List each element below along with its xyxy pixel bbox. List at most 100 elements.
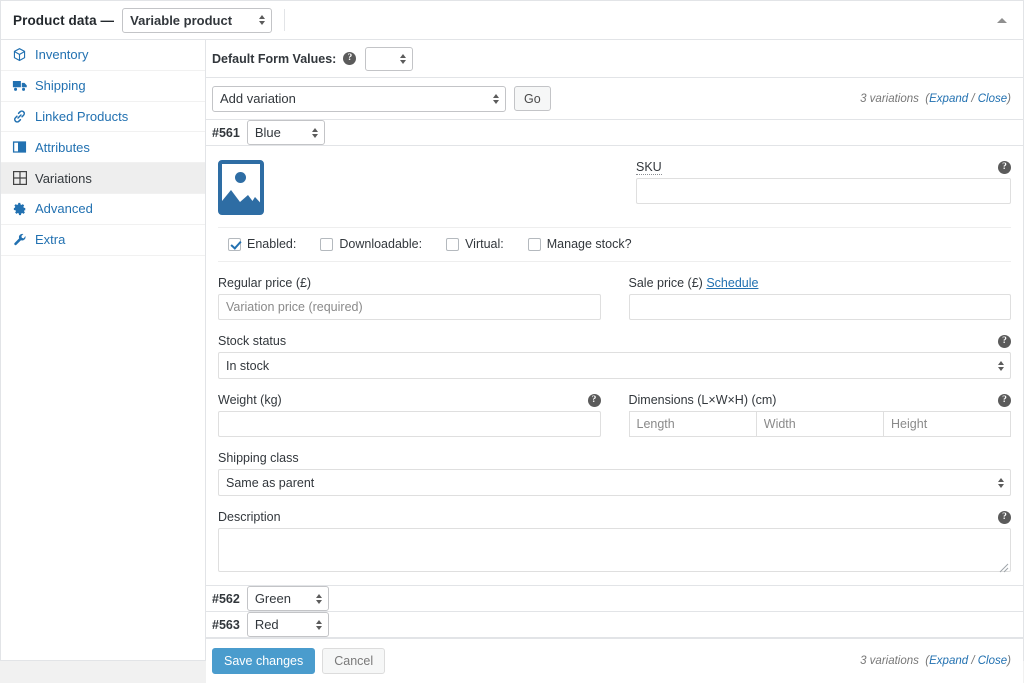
default-form-values-row: Default Form Values: ? <box>206 40 1023 78</box>
sku-label-line: SKU ? <box>636 160 1011 174</box>
shipping-class-select[interactable]: Same as parent <box>218 469 1011 496</box>
help-icon[interactable]: ? <box>998 335 1011 348</box>
weight-col: Weight (kg) ? <box>218 393 601 437</box>
help-icon[interactable]: ? <box>588 394 601 407</box>
close-link[interactable]: Close <box>978 655 1007 667</box>
checkbox-box <box>528 238 541 251</box>
sku-label: SKU <box>636 160 662 174</box>
sidebar-item-label: Variations <box>35 171 92 186</box>
expand-link[interactable]: Expand <box>929 93 968 105</box>
collapse-toggle-icon[interactable] <box>993 11 1011 29</box>
go-button[interactable]: Go <box>514 86 551 111</box>
schedule-link[interactable]: Schedule <box>706 276 758 290</box>
image-mountain-shape <box>222 185 264 211</box>
sale-price-col: Sale price (£) Schedule <box>629 276 1012 320</box>
page-title: Product data — <box>13 13 114 28</box>
description-textarea-wrap <box>218 528 1011 575</box>
sidebar-item-label: Extra <box>35 232 65 247</box>
shipping-class-select-wrap: Same as parent <box>218 469 1011 496</box>
manage-stock-checkbox[interactable]: Manage stock? <box>528 237 632 251</box>
sidebar-item-extra[interactable]: Extra <box>1 225 205 256</box>
sidebar-item-label: Advanced <box>35 201 93 216</box>
variation-count-label: 3 variations <box>860 655 919 667</box>
image-and-sku-row: SKU ? <box>218 160 1011 215</box>
default-attribute-select[interactable] <box>365 47 413 71</box>
dimensions-col: Dimensions (L×W×H) (cm) ? <box>629 393 1012 437</box>
help-icon[interactable]: ? <box>998 161 1011 174</box>
stock-status-block: Stock status ? In stock <box>218 334 1011 379</box>
save-changes-button[interactable]: Save changes <box>212 648 315 674</box>
sale-price-input[interactable] <box>629 294 1012 320</box>
product-type-select[interactable]: Variable product <box>122 8 272 33</box>
gear-icon <box>11 201 28 217</box>
price-row: Regular price (£) Sale price (£) Schedul… <box>218 276 1011 320</box>
virtual-checkbox[interactable]: Virtual: <box>446 237 504 251</box>
metabox-header: Product data — Variable product <box>1 1 1023 40</box>
sidebar-item-label: Inventory <box>35 47 88 62</box>
description-label-line: Description ? <box>218 510 1011 524</box>
variation-details: SKU ? Enabled: Downloadable: <box>206 146 1023 586</box>
variation-row-header[interactable]: #561 Blue <box>206 120 1023 146</box>
variation-attribute-select[interactable]: Green <box>247 586 329 611</box>
variation-row-header[interactable]: #563 Red <box>206 612 1023 638</box>
sidebar-item-inventory[interactable]: Inventory <box>1 40 205 71</box>
checkbox-box <box>228 238 241 251</box>
sidebar-item-label: Attributes <box>35 140 90 155</box>
nav-separator: / <box>968 93 978 105</box>
variation-attribute-select[interactable]: Red <box>247 612 329 637</box>
variations-pagination-top: 3 variations (Expand / Close) <box>860 93 1011 105</box>
shipping-class-block: Shipping class Same as parent <box>218 451 1011 496</box>
sidebar-item-advanced[interactable]: Advanced <box>1 194 205 225</box>
shipping-class-label: Shipping class <box>218 451 1011 465</box>
weight-input[interactable] <box>218 411 601 437</box>
sidebar-item-variations[interactable]: Variations <box>1 163 205 194</box>
height-input[interactable] <box>883 411 1011 437</box>
sku-input[interactable] <box>636 178 1011 204</box>
variation-row-header[interactable]: #562 Green <box>206 586 1023 612</box>
checkbox-label: Downloadable: <box>339 237 422 251</box>
variation-sku-col: SKU ? <box>636 160 1011 215</box>
metabox-body: Inventory Shipping Linked Products Attri… <box>1 40 1023 660</box>
expand-link[interactable]: Expand <box>929 655 968 667</box>
inventory-icon <box>11 47 28 63</box>
checkbox-box <box>446 238 459 251</box>
sidebar-item-shipping[interactable]: Shipping <box>1 71 205 102</box>
sidebar-item-linked-products[interactable]: Linked Products <box>1 102 205 133</box>
add-variation-select[interactable]: Add variation <box>212 86 506 112</box>
length-input[interactable] <box>629 411 756 437</box>
sale-price-label: Sale price (£) Schedule <box>629 276 1012 290</box>
variation-attribute-select-wrap: Red <box>247 612 329 637</box>
weight-label-line: Weight (kg) ? <box>218 393 601 407</box>
variations-toolbar: Add variation Go 3 variations (Expand / … <box>206 78 1023 120</box>
product-data-metabox: Product data — Variable product Inventor… <box>0 0 1024 661</box>
product-type-select-wrap: Variable product <box>122 8 272 33</box>
image-placeholder-icon[interactable] <box>218 160 264 215</box>
stock-status-select[interactable]: In stock <box>218 352 1011 379</box>
attributes-list-icon <box>11 139 28 155</box>
regular-price-input[interactable] <box>218 294 601 320</box>
wrench-icon <box>11 232 28 248</box>
help-icon[interactable]: ? <box>998 511 1011 524</box>
cancel-button[interactable]: Cancel <box>322 648 385 674</box>
downloadable-checkbox[interactable]: Downloadable: <box>320 237 422 251</box>
variation-image-col <box>218 160 608 215</box>
dimensions-label: Dimensions (L×W×H) (cm) <box>629 393 777 407</box>
shipping-truck-icon <box>11 78 28 94</box>
variations-pagination-bottom: 3 variations (Expand / Close) <box>860 655 1011 667</box>
description-textarea[interactable] <box>218 528 1011 572</box>
header-divider <box>284 9 285 31</box>
checkbox-label: Manage stock? <box>547 237 632 251</box>
description-label: Description <box>218 510 281 524</box>
help-icon[interactable]: ? <box>343 52 356 65</box>
checkbox-box <box>320 238 333 251</box>
stock-status-select-wrap: In stock <box>218 352 1011 379</box>
variation-attribute-select[interactable]: Blue <box>247 120 325 145</box>
width-input[interactable] <box>756 411 883 437</box>
variation-count-label: 3 variations <box>860 93 919 105</box>
sidebar-item-attributes[interactable]: Attributes <box>1 132 205 163</box>
enabled-checkbox[interactable]: Enabled: <box>228 237 296 251</box>
help-icon[interactable]: ? <box>998 394 1011 407</box>
variation-attribute-select-wrap: Blue <box>247 120 325 145</box>
close-link[interactable]: Close <box>978 93 1007 105</box>
description-block: Description ? <box>218 510 1011 575</box>
